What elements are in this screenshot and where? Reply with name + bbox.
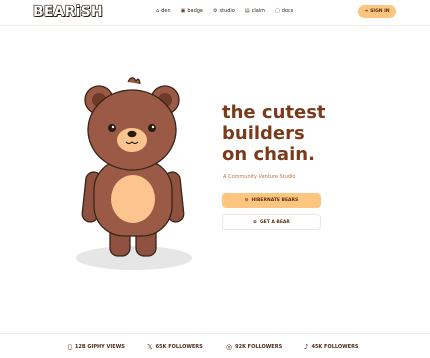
nav-link-badge[interactable]: ▣ badge — [181, 8, 203, 14]
get-bear-icon: ⊕ — [253, 219, 257, 225]
bear-mascot-illustration — [70, 72, 200, 272]
nav-link-label: den — [161, 8, 171, 14]
docs-icon: ▢ — [275, 8, 280, 14]
sign-in-icon: ➔ — [364, 9, 369, 14]
sign-in-label: SIGN IN — [370, 9, 390, 14]
badge-icon: ▣ — [180, 8, 186, 14]
giphy-icon: ▯ — [68, 343, 72, 351]
hibernate-label: HIBERNATE BEARS — [251, 198, 299, 203]
stat-label: 65K FOLLOWERS — [155, 344, 203, 350]
get-a-bear-button[interactable]: ⊕ GET A BEAR — [222, 214, 321, 230]
stat-label: 45K FOLLOWERS — [311, 344, 359, 350]
nav-link-claim[interactable]: ▤ claim — [245, 8, 265, 14]
stat-giphy[interactable]: ▯ 12B GIPHY VIEWS — [68, 343, 125, 351]
hero-headline: the cutest builders on chain. — [222, 102, 326, 165]
top-navbar: BEARiSH ⌂ den ▣ badge ⚙ studio ▤ claim ▢… — [0, 0, 430, 26]
home-icon: ⌂ — [156, 8, 160, 14]
tiktok-icon: ♪ — [304, 343, 309, 351]
nav-link-label: docs — [281, 8, 294, 14]
headline-line-1: the cutest — [222, 102, 326, 123]
stat-label: 12B GIPHY VIEWS — [74, 344, 125, 350]
nav-links: ⌂ den ▣ badge ⚙ studio ▤ claim ▢ docs — [156, 8, 293, 14]
nav-link-den[interactable]: ⌂ den — [156, 8, 171, 14]
bear-svg — [76, 77, 192, 270]
nav-link-label: badge — [187, 8, 204, 14]
nav-link-studio[interactable]: ⚙ studio — [213, 8, 235, 14]
stat-x[interactable]: 𝕏 65K FOLLOWERS — [147, 343, 203, 351]
nav-link-label: claim — [251, 8, 266, 14]
hibernate-icon: ⊖ — [244, 198, 249, 203]
sign-in-button[interactable]: ➔ SIGN IN — [358, 5, 396, 18]
instagram-icon: ◎ — [226, 343, 233, 351]
nav-link-docs[interactable]: ▢ docs — [275, 8, 293, 14]
studio-icon: ⚙ — [213, 8, 218, 14]
headline-line-3: on chain. — [222, 144, 315, 165]
bearish-logo[interactable]: BEARiSH — [32, 3, 103, 20]
hibernate-bears-button[interactable]: ⊖ HIBERNATE BEARS — [222, 193, 321, 208]
get-bear-label: GET A BEAR — [259, 219, 290, 225]
stat-label: 92K FOLLOWERS — [235, 344, 283, 350]
hero-subtitle: A Community Venture Studio — [223, 174, 296, 180]
stat-tiktok[interactable]: ♪ 45K FOLLOWERS — [304, 343, 359, 351]
headline-line-2: builders — [222, 123, 305, 144]
social-stats-bar: ▯ 12B GIPHY VIEWS 𝕏 65K FOLLOWERS ◎ 92K … — [0, 333, 430, 358]
claim-icon: ▤ — [244, 8, 250, 14]
x-twitter-icon: 𝕏 — [147, 343, 153, 351]
nav-link-label: studio — [219, 8, 235, 14]
stat-instagram[interactable]: ◎ 92K FOLLOWERS — [226, 343, 282, 351]
